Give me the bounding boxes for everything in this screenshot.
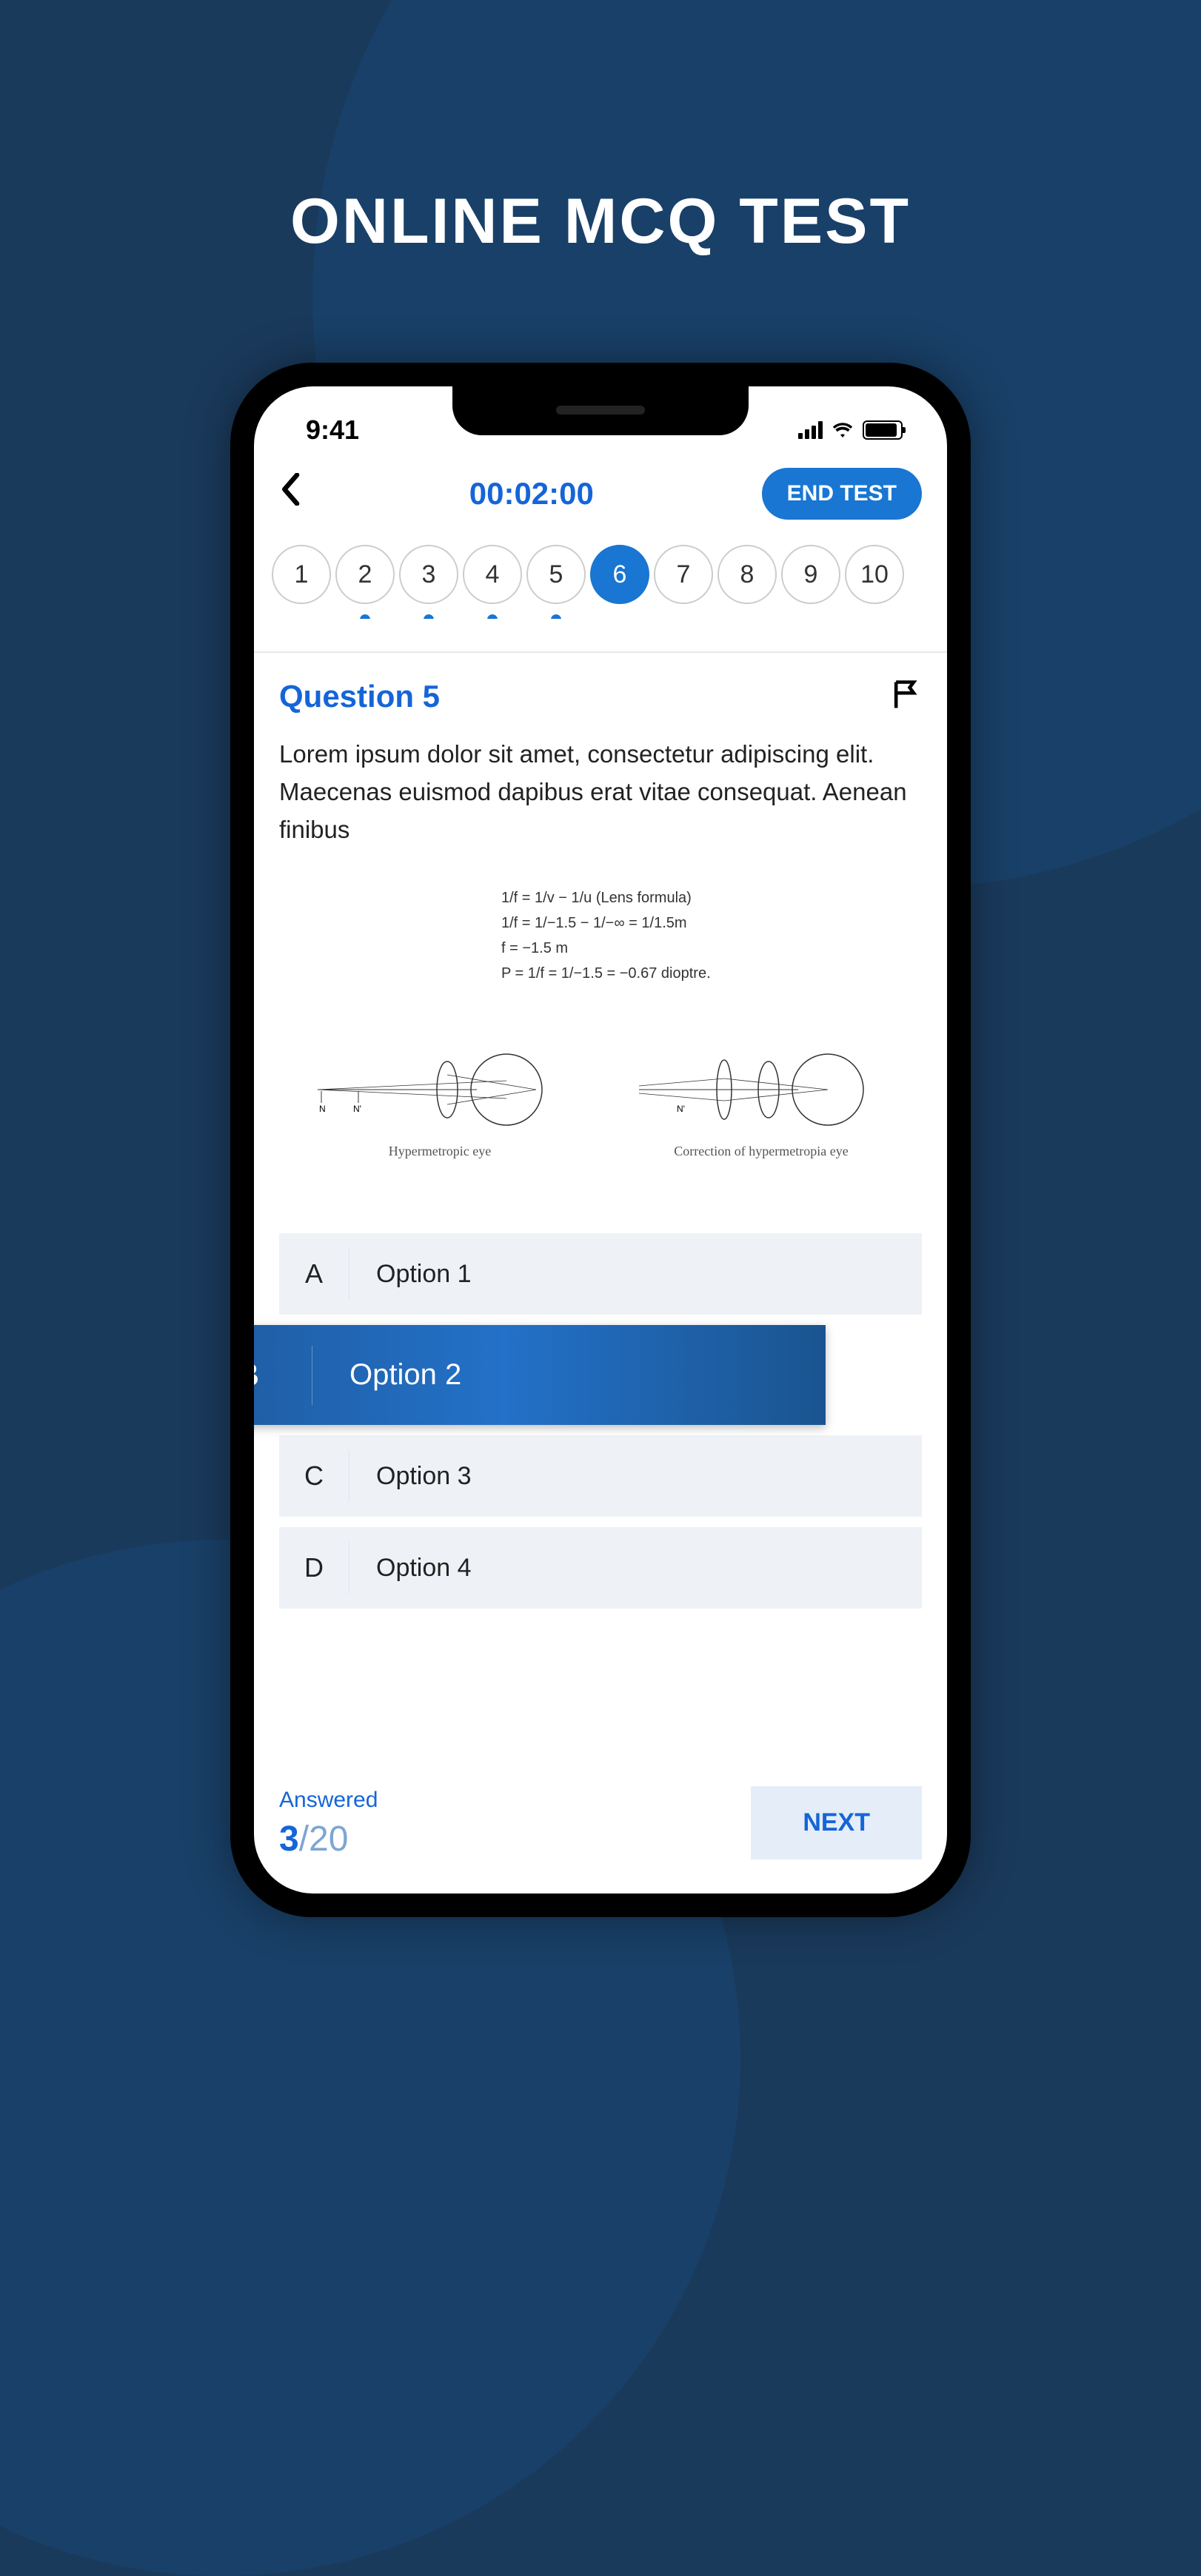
notch-speaker bbox=[556, 406, 645, 415]
eye-diagrams: N N' Hypermetropic eye bbox=[279, 1045, 922, 1159]
question-nav-button[interactable]: 7 bbox=[654, 545, 713, 604]
question-nav-button[interactable]: 6 bbox=[590, 545, 649, 604]
option-text: Option 1 bbox=[349, 1260, 472, 1289]
phone-notch bbox=[452, 386, 749, 435]
answered-number: 3 bbox=[279, 1819, 299, 1859]
question-nav-button[interactable]: 5 bbox=[526, 545, 586, 604]
question-nav-item-10[interactable]: 10 bbox=[845, 545, 904, 604]
option-text: Option 4 bbox=[349, 1554, 472, 1583]
end-test-button[interactable]: END TEST bbox=[762, 468, 922, 520]
formula-text: 1/f = 1/v − 1/u (Lens formula)1/f = 1/−1… bbox=[501, 885, 711, 986]
option-a[interactable]: AOption 1 bbox=[279, 1233, 922, 1315]
eye-diagram-left: N N' Hypermetropic eye bbox=[314, 1045, 566, 1159]
question-title: Question 5 bbox=[279, 679, 440, 714]
status-icons bbox=[798, 420, 903, 441]
option-text: Option 2 bbox=[312, 1358, 461, 1392]
question-header: Question 5 bbox=[279, 678, 922, 714]
next-button[interactable]: NEXT bbox=[751, 1786, 922, 1859]
svg-text:N': N' bbox=[677, 1104, 685, 1114]
option-selected-b[interactable]: BOption 2 bbox=[254, 1325, 826, 1425]
formula-line: P = 1/f = 1/−1.5 = −0.67 dioptre. bbox=[501, 961, 711, 986]
phone-inner: 9:41 00:02:00 END bbox=[247, 379, 954, 1901]
option-letter: A bbox=[279, 1248, 349, 1300]
option-c[interactable]: COption 3 bbox=[279, 1435, 922, 1517]
back-button[interactable] bbox=[279, 473, 301, 514]
question-text: Lorem ipsum dolor sit amet, consectetur … bbox=[279, 735, 922, 848]
answered-total: /20 bbox=[299, 1819, 349, 1859]
question-nav-item-2[interactable]: 2 bbox=[335, 545, 395, 604]
phone-screen: 9:41 00:02:00 END bbox=[254, 386, 947, 1894]
eye-label-left: Hypermetropic eye bbox=[314, 1144, 566, 1159]
flag-icon[interactable] bbox=[889, 678, 922, 714]
question-nav-item-5[interactable]: 5 bbox=[526, 545, 586, 604]
svg-text:N': N' bbox=[353, 1104, 361, 1114]
answered-dot-icon bbox=[551, 614, 561, 619]
options-list: AOption 1BOption 2COption 3DOption 4 bbox=[279, 1233, 922, 1609]
status-time: 9:41 bbox=[306, 415, 359, 446]
question-nav-button[interactable]: 8 bbox=[717, 545, 777, 604]
answered-dot-icon bbox=[360, 614, 370, 619]
page-title: ONLINE MCQ TEST bbox=[0, 185, 1201, 258]
option-letter: B bbox=[254, 1346, 312, 1405]
answered-block: Answered 3/20 bbox=[279, 1788, 378, 1859]
answered-dot-icon bbox=[487, 614, 498, 619]
question-nav-item-8[interactable]: 8 bbox=[717, 545, 777, 604]
signal-icon bbox=[798, 421, 823, 439]
question-navigator[interactable]: 12345678910 bbox=[254, 534, 947, 619]
option-text: Option 3 bbox=[349, 1462, 472, 1491]
formula-line: 1/f = 1/−1.5 − 1/−∞ = 1/1.5m bbox=[501, 910, 711, 936]
answered-label: Answered bbox=[279, 1788, 378, 1813]
question-nav-button[interactable]: 4 bbox=[463, 545, 522, 604]
app-header: 00:02:00 END TEST bbox=[254, 453, 947, 534]
question-nav-button[interactable]: 9 bbox=[781, 545, 840, 604]
question-nav-item-7[interactable]: 7 bbox=[654, 545, 713, 604]
svg-text:N: N bbox=[319, 1104, 326, 1114]
question-nav-button[interactable]: 1 bbox=[272, 545, 331, 604]
option-d[interactable]: DOption 4 bbox=[279, 1527, 922, 1609]
footer: Answered 3/20 NEXT bbox=[279, 1786, 922, 1859]
answered-count: 3/20 bbox=[279, 1819, 378, 1859]
answered-dot-icon bbox=[424, 614, 434, 619]
wifi-icon bbox=[832, 420, 854, 441]
question-nav-button[interactable]: 2 bbox=[335, 545, 395, 604]
formula-line: f = −1.5 m bbox=[501, 936, 711, 961]
question-section: Question 5 Lorem ipsum dolor sit amet, c… bbox=[254, 653, 947, 1609]
question-diagram: 1/f = 1/v − 1/u (Lens formula)1/f = 1/−1… bbox=[279, 871, 922, 1189]
question-nav-button[interactable]: 3 bbox=[399, 545, 458, 604]
timer-display: 00:02:00 bbox=[316, 476, 747, 511]
question-nav-item-1[interactable]: 1 bbox=[272, 545, 331, 604]
option-letter: D bbox=[279, 1542, 349, 1594]
option-letter: C bbox=[279, 1450, 349, 1502]
battery-icon bbox=[863, 420, 903, 440]
question-nav-item-6[interactable]: 6 bbox=[590, 545, 649, 604]
eye-label-right: Correction of hypermetropia eye bbox=[635, 1144, 887, 1159]
question-nav-item-4[interactable]: 4 bbox=[463, 545, 522, 604]
question-nav-button[interactable]: 10 bbox=[845, 545, 904, 604]
phone-frame: 9:41 00:02:00 END bbox=[230, 363, 971, 1917]
formula-line: 1/f = 1/v − 1/u (Lens formula) bbox=[501, 885, 711, 910]
question-nav-item-9[interactable]: 9 bbox=[781, 545, 840, 604]
question-nav-item-3[interactable]: 3 bbox=[399, 545, 458, 604]
eye-diagram-right: N' Correction of hypermetropia eye bbox=[635, 1045, 887, 1159]
